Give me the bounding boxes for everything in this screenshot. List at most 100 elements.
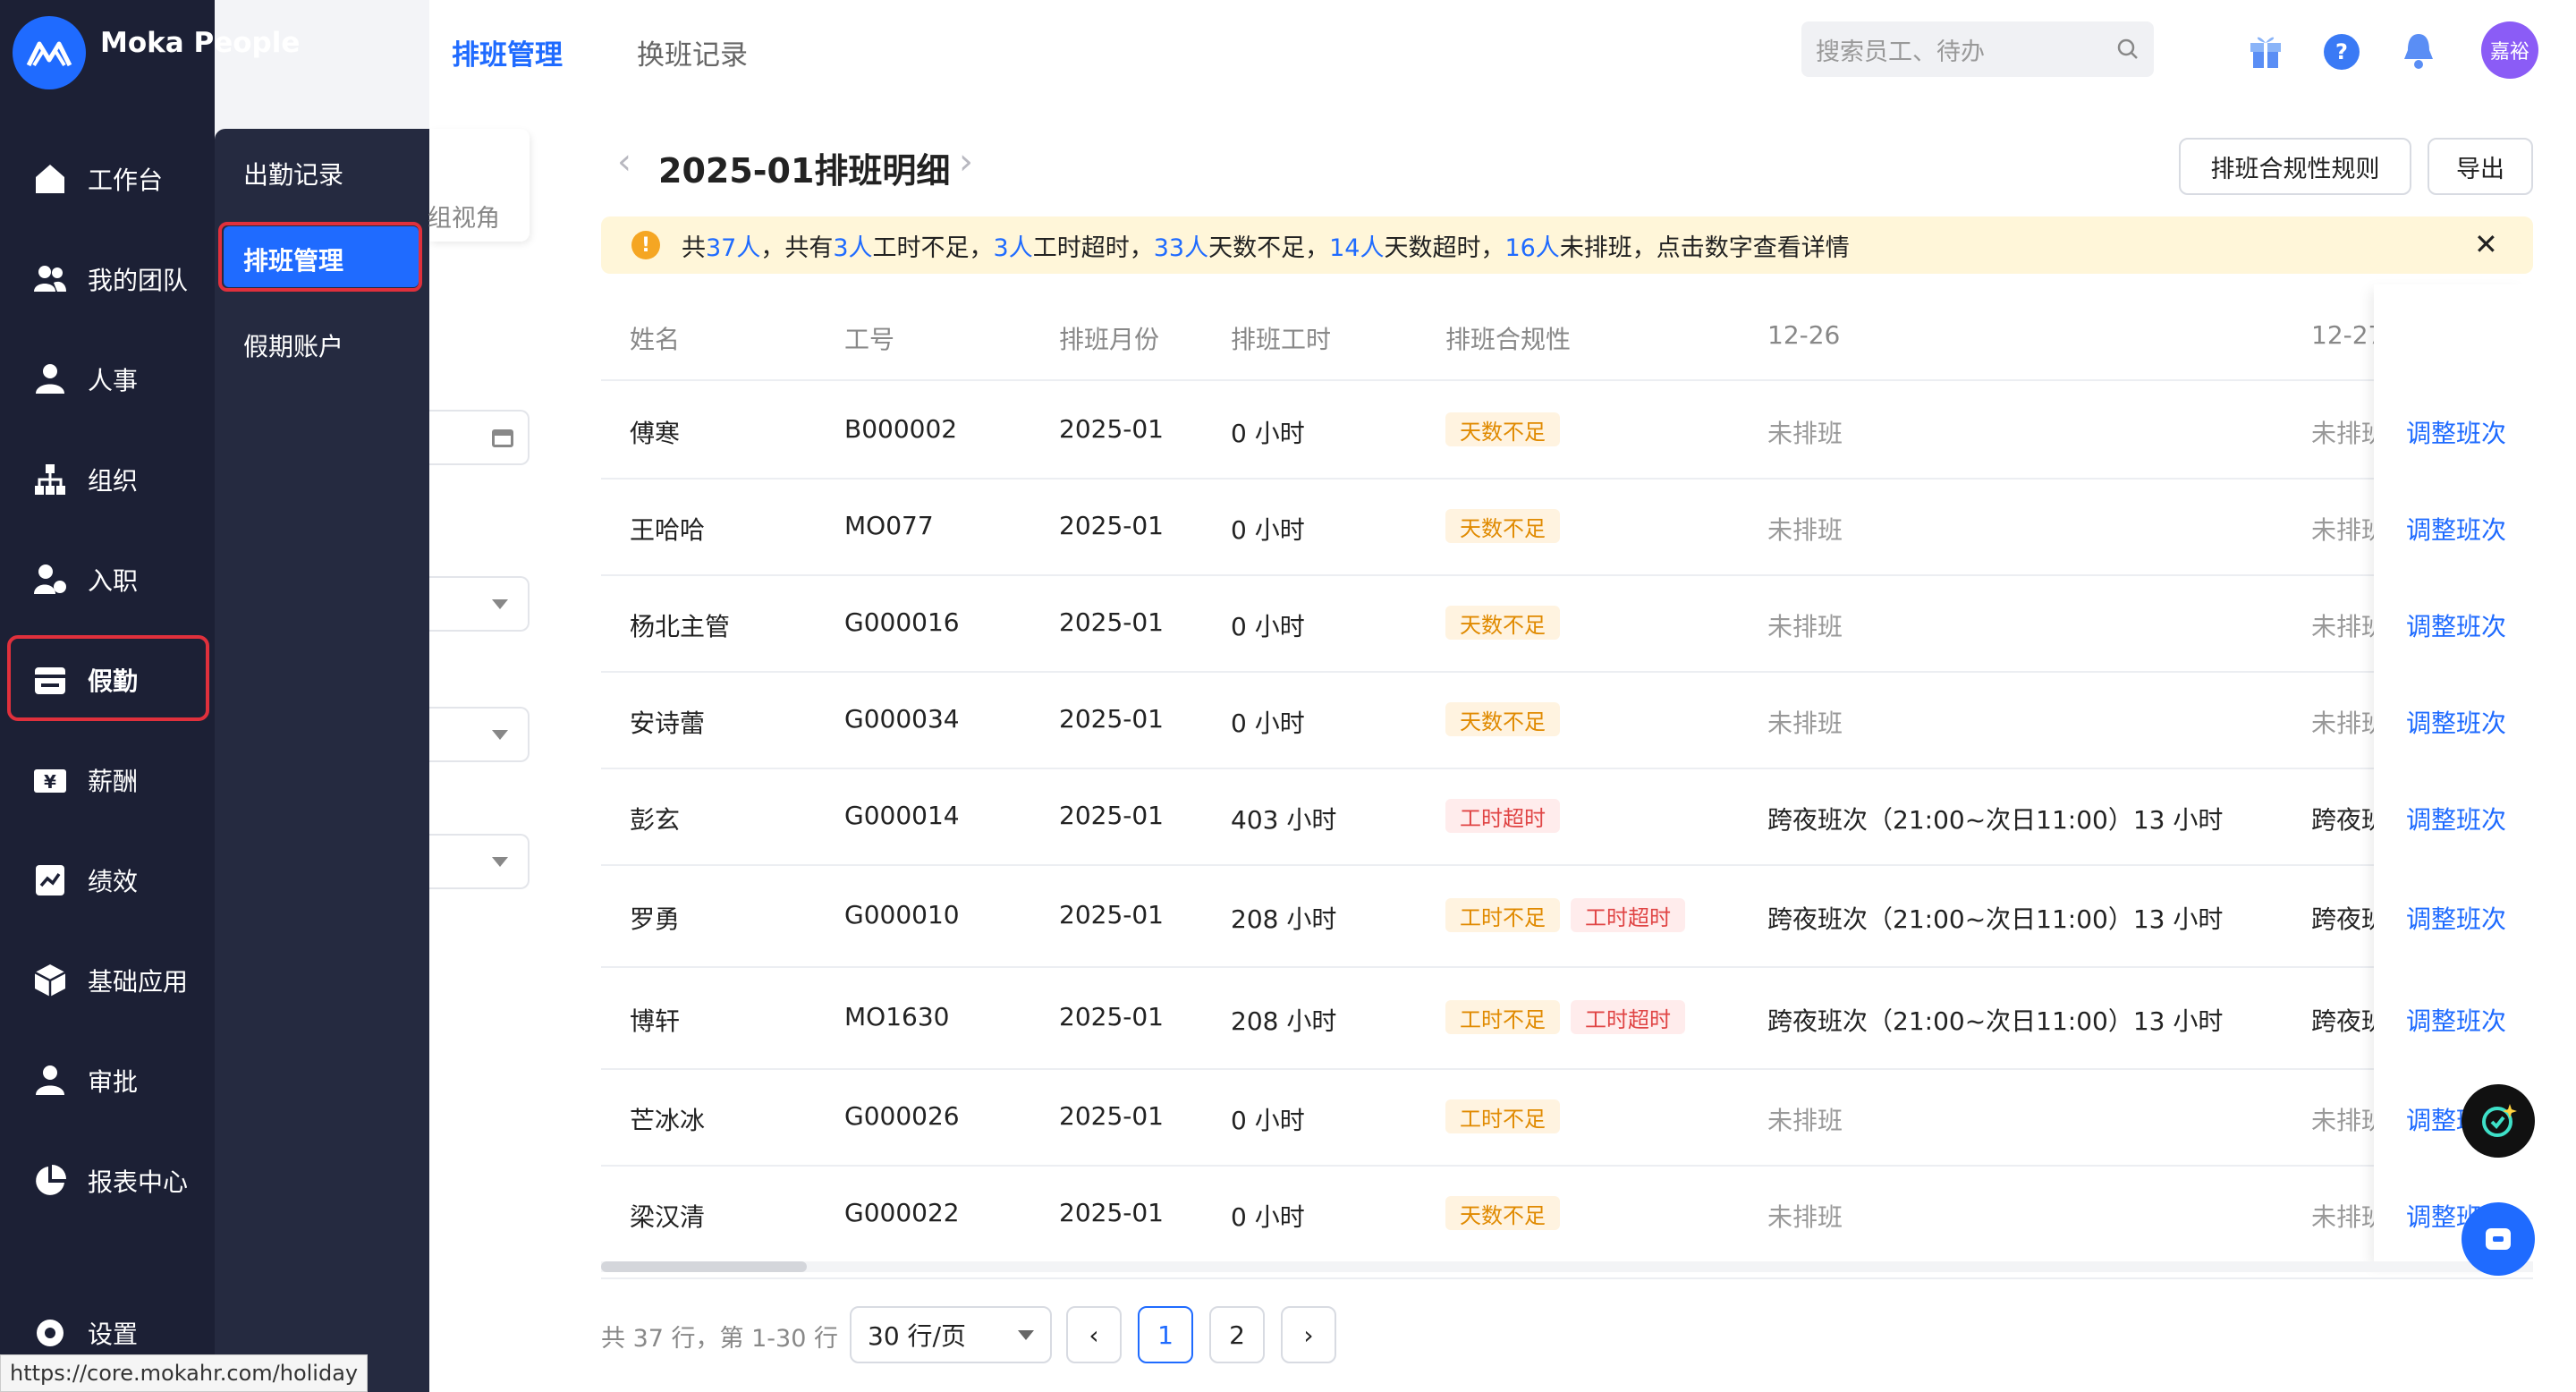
adjust-shift-link[interactable]: 调整班次 [2406,801,2506,836]
help-icon[interactable]: ? [2324,34,2360,70]
cell-date-12-26: 跨夜班次（21:00~次日11:00）13 小时 [1767,904,2224,934]
page-title: 2025-01排班明细 [658,151,951,191]
horizontal-scrollbar[interactable] [601,1261,2533,1272]
date-filter-input[interactable] [429,410,530,465]
ai-assistant-icon[interactable] [2462,1084,2535,1158]
submenu-item-attendance[interactable]: 出勤记录 [243,156,343,191]
column-header-name: 姓名 [630,325,681,354]
cell-employee-id: G000034 [844,704,960,734]
cell-employee-id: MO1630 [844,1002,950,1031]
bell-icon[interactable] [2401,30,2436,76]
column-header-date-12-27: 12-27 [2311,320,2374,350]
sidebar-item-team[interactable]: 我的团队 [0,234,215,324]
sidebar-item-approval[interactable]: 审批 [0,1036,215,1125]
cell-hours: 0 小时 [1231,1202,1305,1232]
chevron-down-icon [492,857,508,867]
sidebar-item-onboard[interactable]: 入职 [0,535,215,624]
sidebar-item-home[interactable]: 工作台 [0,134,215,224]
tab-scheduling[interactable]: 排班管理 [452,32,563,72]
export-button[interactable]: 导出 [2428,138,2533,195]
sidebar-item-label: 设置 [88,1320,139,1349]
user-avatar[interactable]: 嘉裕 [2481,21,2538,79]
alert-days-short-link[interactable]: 33人 [1154,228,1208,263]
sidebar-item-cube[interactable]: 基础应用 [0,936,215,1025]
calendar-small-icon[interactable] [492,429,513,447]
cell-month: 2025-01 [1059,704,1164,734]
sidebar-item-person[interactable]: 人事 [0,335,215,424]
sidebar-item-salary[interactable]: ¥ 薪酬 [0,735,215,825]
submenu-panel [215,129,429,1392]
adjust-shift-link[interactable]: 调整班次 [2406,414,2506,450]
search-input[interactable]: 搜索员工、待办 [1801,21,2154,77]
sidebar-item-performance[interactable]: 绩效 [0,836,215,925]
adjust-shift-link[interactable]: 调整班次 [2406,704,2506,740]
scrollbar-thumb[interactable] [601,1261,807,1272]
select-filter-3[interactable] [429,834,530,889]
compliance-tag: 工时不足 [1445,1099,1560,1133]
alert-text: ，共有 [760,233,834,262]
cell-name: 王哈哈 [630,515,706,545]
cell-date-12-27: 未排班 [2311,1106,2374,1135]
cell-date-12-27: 未排班 [2311,419,2374,448]
next-month-icon[interactable]: › [959,141,973,182]
cell-date-12-26: 未排班 [1767,1106,1843,1135]
adjust-shift-link[interactable]: 调整班次 [2406,900,2506,936]
search-icon[interactable] [2116,38,2140,61]
alert-unscheduled-link[interactable]: 16人 [1504,228,1559,263]
cell-date-12-27: 跨夜班 [2311,805,2374,835]
alert-total-link[interactable]: 37人 [706,228,760,263]
sidebar-item-label: 薪酬 [88,767,139,796]
compliance-rules-button[interactable]: 排班合规性规则 [2179,138,2411,195]
cell-month: 2025-01 [1059,1198,1164,1227]
page-2-button[interactable]: 2 [1209,1306,1265,1363]
page-size-value: 30 行/页 [868,1321,966,1351]
close-icon[interactable]: ✕ [2474,227,2498,261]
team-icon [32,261,68,297]
prev-page-button[interactable]: ‹ [1066,1306,1122,1363]
alert-hours-over-link[interactable]: 3人 [994,228,1033,263]
moka-logo-icon[interactable] [13,16,86,89]
nav-highlight-box [7,635,209,721]
cell-date-12-26: 跨夜班次（21:00~次日11:00）13 小时 [1767,1006,2224,1036]
search-placeholder: 搜索员工、待办 [1816,38,1985,66]
tab-shift-swap[interactable]: 换班记录 [637,32,748,72]
adjust-shift-link[interactable]: 调整班次 [2406,607,2506,643]
select-filter-2[interactable] [429,707,530,762]
next-page-button[interactable]: › [1281,1306,1336,1363]
alert-text: 工时超时， [1032,233,1154,262]
alert-days-over-link[interactable]: 14人 [1329,228,1384,263]
sidebar-item-label: 基础应用 [88,967,189,997]
svg-text:¥: ¥ [44,771,56,793]
home-icon [32,161,68,197]
cell-date-12-27: 未排班 [2311,515,2374,545]
cell-date-12-27: 跨夜班 [2311,1006,2374,1036]
column-header-date-12-26: 12-26 [1767,320,1841,350]
cell-month: 2025-01 [1059,1101,1164,1131]
prev-month-icon[interactable]: ‹ [617,141,631,182]
compliance-tag: 天数不足 [1445,702,1560,736]
select-filter-1[interactable] [429,576,530,632]
sidebar-item-org[interactable]: 组织 [0,435,215,524]
alert-text: 未排班，点击数字查看详情 [1559,233,1850,262]
page-1-button[interactable]: 1 [1138,1306,1193,1363]
submenu-item-leave-account[interactable]: 假期账户 [243,327,343,363]
adjust-shift-link[interactable]: 调整班次 [2406,1002,2506,1038]
cell-employee-id: G000010 [844,900,960,929]
adjust-shift-link[interactable]: 调整班次 [2406,511,2506,547]
alert-text: 天数超时， [1384,233,1505,262]
warning-icon: ! [631,231,660,259]
org-icon [32,462,68,497]
compliance-tag: 工时超时 [1571,898,1685,932]
page-size-select[interactable]: 30 行/页 [850,1306,1052,1363]
gift-icon[interactable] [2247,30,2284,76]
column-header-compliance: 排班合规性 [1445,325,1572,354]
alert-hours-short-link[interactable]: 3人 [833,228,872,263]
cell-name: 梁汉清 [630,1202,706,1232]
onboard-icon [32,562,68,598]
chat-icon[interactable] [2462,1202,2535,1276]
sidebar-item-report[interactable]: 报表中心 [0,1136,215,1226]
chevron-down-icon [1018,1329,1034,1340]
cell-employee-id: G000016 [844,607,960,637]
cell-name: 罗勇 [630,904,681,934]
cell-month: 2025-01 [1059,511,1164,540]
